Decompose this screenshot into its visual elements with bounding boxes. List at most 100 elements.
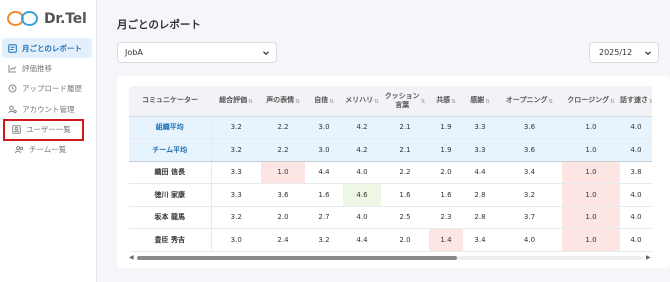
logo[interactable]: Dr.Tel: [7, 7, 87, 31]
table-row[interactable]: 組織平均 3.2 2.2 3.0 4.2 2.1 1.9 3.3 3.6 1.0 4.0: [129, 116, 652, 139]
communicator-name: 坂本 龍馬: [129, 206, 212, 229]
table-row[interactable]: 織田 信長 3.3 1.0 4.4 4.0 2.2 2.0 4.4 3.4 1.0 3.8: [129, 161, 652, 184]
logo-icon: [7, 9, 41, 29]
column-header[interactable]: 自信⇅: [305, 86, 343, 117]
score-cell: 1.4: [429, 228, 463, 252]
score-cell: 2.7: [305, 206, 343, 229]
sort-icon: ⇅: [420, 98, 426, 105]
score-cell: 4.0: [620, 138, 652, 162]
score-cell: 4.0: [620, 228, 652, 252]
column-header[interactable]: 感謝⇅: [463, 86, 497, 117]
sidebar-item-monthly-report[interactable]: 月ごとのレポート: [2, 38, 92, 58]
column-header[interactable]: クッション 言葉 ⇅: [381, 86, 429, 117]
job-select[interactable]: JobA: [117, 42, 277, 63]
chevron-down-icon: [645, 51, 651, 56]
sort-icon: ⇅: [329, 98, 334, 105]
score-cell: 3.2: [211, 138, 261, 162]
job-select-value: JobA: [125, 48, 143, 57]
sidebar-item-upload-history[interactable]: アップロード履歴: [0, 79, 96, 99]
sidebar-item-account-management[interactable]: アカウント管理: [0, 99, 96, 119]
column-header-label: オープニング: [505, 96, 548, 105]
team-icon: [14, 145, 24, 155]
column-header[interactable]: 声の表情⇅: [261, 86, 305, 117]
column-header[interactable]: 共感⇅: [429, 86, 463, 117]
sidebar-nav: 月ごとのレポート 評価推移 アップロード履歴 アカウント管理 ユーザー一覧 チー…: [0, 38, 96, 160]
main-content: 月ごとのレポート JobA 2025/12 コミュニケーター 総合評価⇅ 声の表情⇅…: [97, 0, 670, 282]
sidebar-item-user-list[interactable]: ユーザー一覧: [3, 118, 84, 141]
score-cell: 4.2: [343, 116, 381, 139]
communicator-name: 組織平均: [129, 116, 212, 139]
sort-icon: ⇅: [649, 98, 652, 105]
communicator-name: 織田 信長: [129, 161, 212, 184]
score-cell: 3.0: [305, 138, 343, 162]
user-list-icon: [11, 125, 21, 135]
score-cell: 4.0: [620, 183, 652, 207]
sort-icon: ⇅: [548, 98, 554, 105]
score-cell: 4.0: [497, 228, 562, 252]
score-cell: 1.6: [305, 183, 343, 207]
month-select[interactable]: 2025/12: [589, 42, 659, 63]
column-header-label: 話す速さ: [620, 96, 648, 105]
app-name: Dr.Tel: [44, 11, 87, 27]
score-cell: 3.2: [211, 116, 261, 139]
sidebar-item-label: 月ごとのレポート: [22, 43, 82, 53]
score-cell: 3.4: [463, 228, 497, 252]
score-cell: 2.2: [261, 138, 305, 162]
score-cell: 3.3: [463, 116, 497, 139]
score-cell: 3.2: [211, 206, 261, 229]
table-row[interactable]: 豊臣 秀吉 3.0 2.4 3.2 4.4 2.0 1.4 3.4 4.0 1.0 4.0: [129, 228, 652, 252]
sidebar-item-label: アカウント管理: [22, 104, 75, 114]
column-header[interactable]: メリハリ⇅: [343, 86, 381, 117]
score-cell: 2.1: [381, 116, 429, 139]
score-cell: 2.8: [463, 183, 497, 207]
column-header-label: 声の表情: [266, 96, 295, 105]
score-cell: 2.2: [381, 161, 429, 184]
score-cell: 4.4: [305, 161, 343, 184]
scroll-left-arrow-icon[interactable]: ◀: [129, 254, 135, 262]
score-cell: 4.0: [343, 206, 381, 229]
column-header: コミュニケーター: [129, 86, 211, 117]
sidebar-item-label: 評価推移: [22, 63, 52, 73]
sidebar-item-label: チーム一覧: [29, 145, 67, 154]
score-cell: 1.0: [562, 138, 620, 162]
score-cell: 3.0: [211, 228, 261, 252]
score-cell: 2.4: [261, 228, 305, 252]
score-cell: 4.0: [620, 116, 652, 139]
score-cell: 3.0: [305, 116, 343, 139]
scroll-right-arrow-icon[interactable]: ▶: [646, 254, 652, 262]
table-row[interactable]: 坂本 龍馬 3.2 2.0 2.7 4.0 2.5 2.3 2.8 3.7 1.0 4.0: [129, 206, 652, 229]
column-header[interactable]: オープニング⇅: [497, 86, 562, 117]
column-header-label: コミュニケーター: [142, 96, 198, 105]
sort-icon: ⇅: [485, 98, 490, 105]
column-header[interactable]: クロージング⇅: [562, 86, 620, 117]
score-cell: 2.3: [429, 206, 463, 229]
report-table: コミュニケーター 総合評価⇅ 声の表情⇅ 自信⇅ メリハリ⇅ クッション 言葉 ⇅ 共感⇅ 感謝…: [129, 86, 652, 252]
column-header-label: 自信: [314, 96, 329, 105]
score-cell: 2.0: [261, 206, 305, 229]
column-header[interactable]: 話す速さ⇅: [620, 86, 652, 117]
sidebar-item-team-list[interactable]: チーム一覧: [0, 140, 96, 160]
score-cell: 4.4: [343, 228, 381, 252]
column-header-label: 共感: [436, 96, 451, 105]
column-header-label: メリハリ: [345, 96, 374, 105]
table-row[interactable]: チーム平均 3.2 2.2 3.0 4.2 2.1 1.9 3.3 3.6 1.0 4.0: [129, 138, 652, 162]
column-header-label: クッション 言葉: [384, 92, 420, 109]
sidebar-item-evaluation-trend[interactable]: 評価推移: [0, 58, 96, 78]
table-row[interactable]: 徳川 家康 3.3 3.6 1.6 4.6 1.6 1.6 2.8 3.2 1.0 4.0: [129, 183, 652, 207]
communicator-name: チーム平均: [129, 138, 212, 162]
column-header-label: クロージング: [567, 96, 610, 105]
sort-icon: ⇅: [374, 98, 379, 105]
chevron-down-icon: [263, 51, 269, 56]
page-title: 月ごとのレポート: [117, 19, 201, 31]
score-cell: 4.0: [343, 161, 381, 184]
column-header[interactable]: 総合評価⇅: [211, 86, 261, 117]
score-cell: 4.6: [343, 183, 381, 207]
month-select-value: 2025/12: [599, 48, 633, 57]
score-cell: 1.0: [562, 161, 620, 184]
scrollbar-thumb[interactable]: [137, 256, 457, 260]
score-cell: 3.2: [305, 228, 343, 252]
score-cell: 3.6: [497, 138, 562, 162]
horizontal-scrollbar[interactable]: ◀ ▶: [129, 254, 652, 262]
report-table-container[interactable]: コミュニケーター 総合評価⇅ 声の表情⇅ 自信⇅ メリハリ⇅ クッション 言葉 ⇅ 共感⇅ 感謝…: [129, 86, 652, 254]
score-cell: 4.0: [620, 206, 652, 229]
